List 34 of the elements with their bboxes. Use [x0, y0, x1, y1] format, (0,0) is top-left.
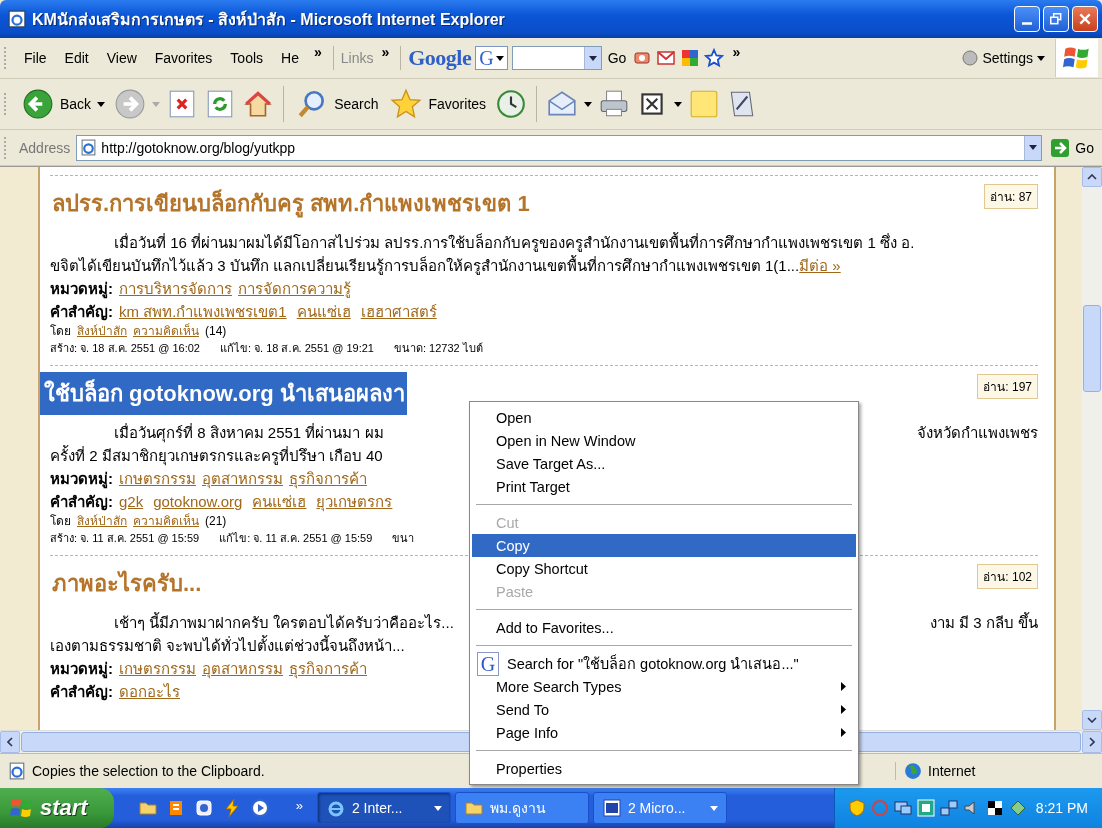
clock: 8:21 PM — [1035, 800, 1088, 816]
comment-count: (21) — [205, 513, 227, 530]
window-title: KMนักส่งเสริมการเกษตร - สิงห์ป่าสัก - Microsoft Internet Explorer — [32, 9, 505, 30]
category-label: หมวดหมู่: — [50, 659, 113, 680]
google-icon: G — [477, 651, 499, 676]
keyword-label: คำสำคัญ: — [50, 302, 113, 323]
comment-count: (14) — [205, 323, 227, 340]
category-label: หมวดหมู่: — [50, 279, 113, 300]
post-meta-text: สร้าง: จ. 18 ส.ค. 2551 @ 16:02 — [50, 341, 200, 356]
google-logo: Google — [408, 45, 472, 71]
status-text: Copies the selection to the Clipboard. — [32, 763, 265, 779]
post-meta-text: ขนา — [392, 531, 415, 546]
post-excerpt: เองตามธรรมชาติ จะพบได้ทั่วไปตั้งแต่ช่วงนี้จนถึงหน้า... — [50, 634, 405, 656]
post-excerpt: ครั้งที่ 2 มีสมาชิกยุวเกษตรกรและครูที่ปรึษา เกือบ 40 — [50, 444, 383, 467]
post-excerpt: งาม มี 3 กลีบ ขึ้น — [930, 611, 1038, 633]
security-zone: Internet — [928, 763, 976, 779]
post-meta-text: ขนาด: 12732 ไบต์ — [393, 341, 483, 356]
post-excerpt: เมื่อวันศุกร์ที่ 8 สิงหาคม 2551 ที่ผ่านมา ผม — [113, 422, 384, 444]
read-count-badge: อ่าน: 197 — [977, 374, 1038, 399]
post-excerpt: ขจิตได้เขียนบันทึกไว้แล้ว 3 บันทึก แลกเปลี่ยนเรียนรู้การบล็อกให้ครูสำนักงานเขตพื้นที่การศึกษากำแพงเพชรเขต 1(1...มีต่อ » — [50, 254, 841, 277]
category-label: หมวดหมู่: — [50, 469, 113, 490]
post-meta-text: สร้าง: จ. 11 ส.ค. 2551 @ 15:59 — [50, 531, 200, 546]
keyword-label: คำสำคัญ: — [50, 492, 113, 513]
post-meta-text: แก้ไข: จ. 18 ส.ค. 2551 @ 19:21 — [219, 341, 374, 356]
read-count-badge: อ่าน: 102 — [977, 564, 1038, 589]
post-excerpt: เช้าๆ นี้มีภาพมาฝากครับ ใครตอบได้ครับว่าคืออะไร... — [113, 611, 454, 633]
read-count-badge: อ่าน: 87 — [984, 184, 1038, 209]
post-excerpt: เมื่อวันที่ 16 ที่ผ่านมาผมได้มีโอกาสไปร่วม ลปรร.การใช้บล็อกกับครูของครูสำนักงานเขตพื้นที่การศึกษากำแพงเพชรเขต 1 ซึ่ง อ. — [113, 231, 915, 254]
keyword-label: คำสำคัญ: — [50, 682, 113, 703]
post-excerpt: จังหวัดกำแพงเพชร — [917, 423, 1038, 443]
post-meta-text: แก้ไข: จ. 11 ส.ค. 2551 @ 15:59 — [219, 531, 373, 546]
byline-label: โดย — [50, 513, 71, 530]
address-label: Address — [18, 139, 72, 156]
byline-label: โดย — [50, 323, 71, 340]
